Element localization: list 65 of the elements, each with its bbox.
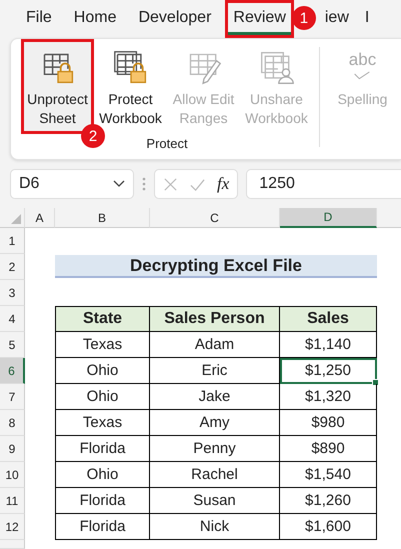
row-header[interactable]: 5	[0, 332, 25, 358]
drag-handle-icon[interactable]	[142, 176, 146, 192]
menu-tab[interactable]: iew	[320, 0, 354, 38]
row-header[interactable]	[0, 540, 25, 549]
callout-badge: 2	[81, 124, 105, 148]
table-header-cell: Sales	[280, 306, 377, 332]
menu-tab[interactable]: Developer	[130, 0, 220, 38]
cancel-icon[interactable]	[163, 176, 178, 192]
table-cell: $1,600	[280, 514, 377, 540]
table-cell: $1,260	[280, 488, 377, 514]
formula-field[interactable]: 1250	[246, 169, 401, 199]
table-cell: Florida	[55, 488, 150, 514]
callout-badge: 1	[292, 6, 316, 30]
column-header[interactable]: B	[55, 208, 150, 228]
row-header[interactable]: 12	[0, 514, 25, 540]
table-cell: $1,320	[280, 384, 377, 410]
row-header[interactable]: 9	[0, 436, 25, 462]
table-header-cell: State	[55, 306, 150, 332]
table-cell: Adam	[150, 332, 280, 358]
table-cell: Ohio	[55, 384, 150, 410]
row-header[interactable]: 4	[0, 306, 25, 332]
icon-text: abc	[348, 50, 376, 70]
table-cell: Florida	[55, 514, 150, 540]
menu-tab[interactable]: Home	[66, 0, 124, 38]
row-header[interactable]: 11	[0, 488, 25, 514]
table-cell: Rachel	[150, 462, 280, 488]
menu-tab[interactable]: File	[18, 0, 60, 38]
workbook-lock-icon	[112, 50, 148, 86]
row-header[interactable]: 6	[0, 358, 25, 384]
menu-tab[interactable]: I	[360, 0, 374, 38]
select-all-icon[interactable]	[11, 214, 21, 224]
menu-tab[interactable]: Review	[225, 0, 294, 38]
table-cell[interactable]: $1,250	[280, 358, 377, 384]
column-header[interactable]: A	[25, 208, 55, 228]
insert-function-button[interactable]: fx	[217, 174, 230, 194]
table-cell: $1,540	[280, 462, 377, 488]
table-cell: $1,140	[280, 332, 377, 358]
table-cell: Jake	[150, 384, 280, 410]
row-header[interactable]: 7	[0, 384, 25, 410]
table-cell: Texas	[55, 332, 150, 358]
workbook-user-icon	[258, 50, 294, 86]
check-icon	[352, 70, 372, 82]
group-label: Protect	[146, 136, 188, 151]
table-cell: Nick	[150, 514, 280, 540]
table-cell: Ohio	[55, 358, 150, 384]
table-cell: Eric	[150, 358, 280, 384]
table-cell: Texas	[55, 410, 150, 436]
row-header[interactable]: 3	[0, 280, 25, 306]
table-cell: Penny	[150, 436, 280, 462]
row-header[interactable]: 1	[0, 228, 25, 254]
title-cell: Decrypting Excel File	[55, 255, 377, 278]
name-box[interactable]: D6	[10, 169, 134, 199]
check-icon[interactable]	[190, 176, 205, 192]
row-header[interactable]: 2	[0, 254, 25, 280]
row-header[interactable]: 10	[0, 462, 25, 488]
table-header-cell: Sales Person	[150, 306, 280, 332]
table-cell: $890	[280, 436, 377, 462]
row-header[interactable]: 8	[0, 410, 25, 436]
table-cell: $980	[280, 410, 377, 436]
caret-icon	[113, 180, 125, 188]
column-header[interactable]: D	[280, 208, 377, 228]
table-cell: Amy	[150, 410, 280, 436]
table-cell: Susan	[150, 488, 280, 514]
table-cell: Ohio	[55, 462, 150, 488]
table-cell: Florida	[55, 436, 150, 462]
